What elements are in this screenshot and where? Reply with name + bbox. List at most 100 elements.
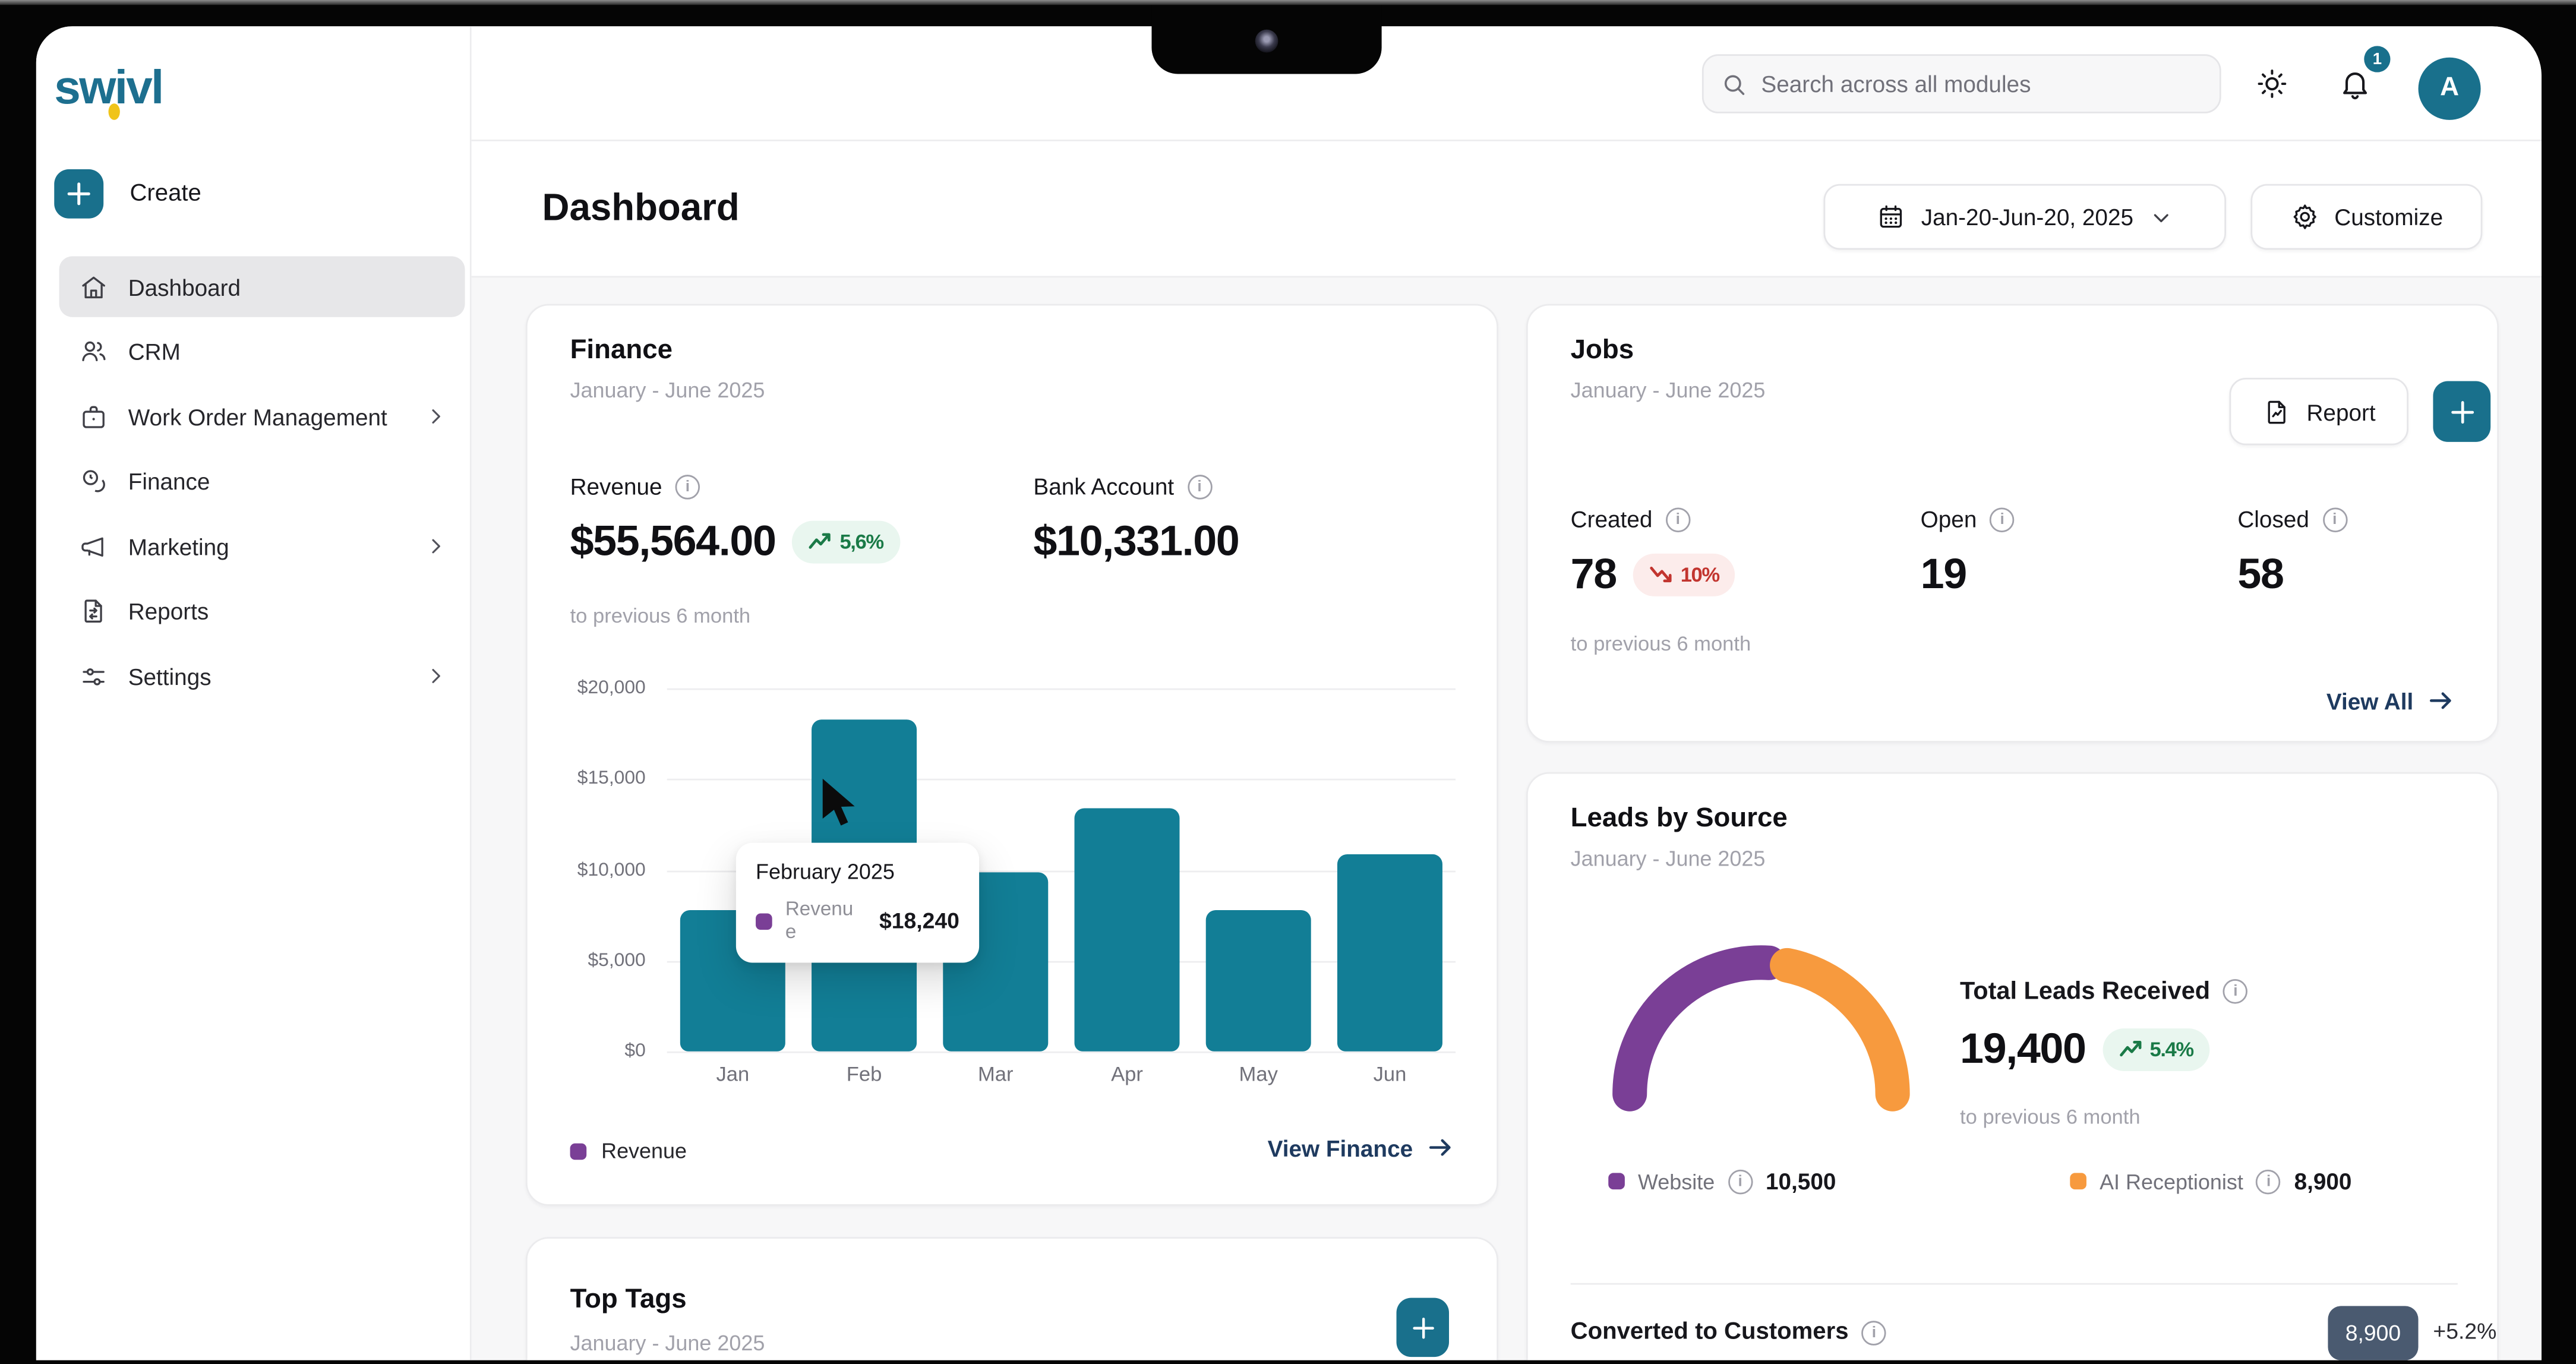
revenue-bar[interactable] — [1337, 854, 1442, 1052]
date-range-value: Jan-20-Jun-20, 2025 — [1921, 204, 2133, 230]
converted-label-row: Converted to Customers i — [1571, 1319, 1887, 1346]
total-leads-change: 5.4% — [2149, 1037, 2193, 1060]
sidebar-item-marketing[interactable]: Marketing — [59, 516, 465, 576]
tooltip-row: Revenue $18,240 — [756, 899, 959, 944]
info-icon[interactable]: i — [2223, 979, 2247, 1003]
theme-toggle-button[interactable] — [2243, 54, 2302, 113]
created-change-pill: 10% — [1633, 553, 1736, 596]
gear-icon — [2290, 202, 2320, 232]
date-range-picker[interactable]: Jan-20-Jun-20, 2025 — [1823, 184, 2226, 250]
x-axis-tick-label: Mar — [930, 1063, 1061, 1086]
sidebar-item-dashboard[interactable]: Dashboard — [59, 256, 465, 317]
finance-card: Finance January - June 2025 Revenue i $5… — [526, 304, 1498, 1206]
search-input[interactable] — [1761, 71, 2203, 97]
add-tag-button[interactable] — [1397, 1298, 1449, 1357]
trend-up-icon — [809, 532, 832, 550]
info-icon[interactable]: i — [2256, 1169, 2281, 1194]
sidebar-item-crm[interactable]: CRM — [59, 321, 465, 382]
revenue-bar[interactable] — [1075, 808, 1180, 1051]
open-label: Open — [1921, 506, 1977, 532]
calendar-icon — [1877, 202, 1906, 232]
add-job-button[interactable] — [2433, 381, 2490, 442]
sidebar-item-label: CRM — [128, 339, 449, 365]
plus-icon — [1410, 1315, 1435, 1340]
top-tags-card: Top Tags January - June 2025 — [526, 1237, 1498, 1360]
revenue-stat-value: $55,564.00 5,6% — [570, 516, 900, 567]
total-leads-value-row: 19,400 5.4% — [1960, 1024, 2209, 1075]
info-icon[interactable]: i — [1666, 507, 1690, 531]
laptop-notch — [1151, 0, 1381, 74]
coins-icon — [79, 466, 109, 496]
chevron-down-icon — [2148, 204, 2173, 229]
plus-icon — [2449, 399, 2475, 425]
sidebar-item-reports[interactable]: Reports — [59, 581, 465, 642]
y-axis-tick-label: $5,000 — [528, 951, 646, 970]
view-all-link[interactable]: View All — [2326, 687, 2454, 715]
revenue-stat-label: Revenue i — [570, 473, 700, 499]
created-change: 10% — [1681, 563, 1719, 586]
leads-card-divider — [1571, 1283, 2458, 1285]
closed-value: 58 — [2237, 549, 2283, 600]
avatar[interactable]: A — [2419, 58, 2481, 120]
trend-up-icon — [2119, 1040, 2142, 1057]
trend-down-icon — [1649, 565, 1672, 583]
sidebar-item-work-order-management[interactable]: Work Order Management — [59, 386, 465, 447]
bank-stat-value: $10,331.00 — [1033, 516, 1239, 567]
info-icon[interactable]: i — [1187, 474, 1211, 498]
gauge-arc-website[interactable] — [1630, 962, 1769, 1094]
info-icon[interactable]: i — [2322, 507, 2347, 531]
sidebar-item-label: Marketing — [128, 533, 405, 559]
report-button[interactable]: Report — [2230, 378, 2408, 445]
info-icon[interactable]: i — [1728, 1169, 1752, 1194]
website-swatch — [1608, 1173, 1625, 1189]
y-axis-tick-label: $20,000 — [528, 678, 646, 698]
total-leads-label-row: Total Leads Received i — [1960, 977, 2248, 1005]
closed-stat-value: 58 — [2237, 549, 2283, 600]
laptop-bezel-edge — [0, 0, 2576, 5]
open-stat-label: Open i — [1921, 506, 2015, 532]
y-axis-tick-label: $10,000 — [528, 860, 646, 880]
ai-receptionist-label: AI Receptionist — [2100, 1169, 2243, 1194]
arrow-right-icon — [2426, 687, 2454, 715]
app-window: swivl Create Dashboard — [36, 26, 2542, 1360]
leads-gauge-chart[interactable] — [1593, 932, 1928, 1122]
finance-card-title: Finance — [570, 335, 673, 367]
plus-icon[interactable] — [54, 169, 103, 219]
jobs-card-subtitle: January - June 2025 — [1571, 378, 1766, 402]
sidebar-item-label: Dashboard — [128, 273, 449, 299]
sidebar-item-finance[interactable]: Finance — [59, 451, 465, 512]
gauge-arc-ai-receptionist[interactable] — [1787, 965, 1893, 1094]
briefcase-icon — [79, 402, 109, 431]
create-button[interactable]: Create — [54, 169, 201, 219]
report-doc-icon — [79, 596, 109, 626]
revenue-bar[interactable] — [1206, 910, 1311, 1051]
finance-compare-note: to previous 6 month — [570, 605, 751, 628]
view-finance-link[interactable]: View Finance — [1268, 1133, 1454, 1161]
sidebar-item-settings[interactable]: Settings — [59, 646, 465, 706]
revenue-change: 5,6% — [839, 530, 883, 553]
global-search[interactable] — [1702, 54, 2221, 113]
source-legend-website: Website i 10,500 — [1608, 1168, 1836, 1194]
home-icon — [79, 272, 109, 302]
info-icon[interactable]: i — [1990, 507, 2014, 531]
info-icon[interactable]: i — [675, 474, 700, 498]
laptop-screen: swivl Create Dashboard — [0, 0, 2576, 1363]
sidebar-item-label: Work Order Management — [128, 403, 405, 430]
info-icon[interactable]: i — [1862, 1320, 1886, 1344]
customize-button[interactable]: Customize — [2250, 184, 2482, 250]
bank-stat-label: Bank Account i — [1033, 473, 1211, 499]
page-header: Dashboard Jan-20-Jun-20, 2025 Customize — [472, 141, 2542, 278]
chart-gridline — [667, 1052, 1456, 1053]
total-leads-change-pill: 5.4% — [2102, 1028, 2209, 1071]
customize-label: Customize — [2334, 204, 2443, 230]
y-axis-tick-label: $15,000 — [528, 769, 646, 789]
report-label: Report — [2306, 399, 2375, 425]
sidebar-item-label: Reports — [128, 598, 449, 624]
tooltip-title: February 2025 — [756, 859, 959, 883]
x-axis-tick-label: Jan — [667, 1063, 798, 1086]
jobs-card-title: Jobs — [1571, 335, 1634, 367]
topbar: 1 A — [472, 26, 2542, 141]
bank-label: Bank Account — [1033, 473, 1174, 499]
view-all-label: View All — [2326, 687, 2413, 713]
x-axis-tick-label: Feb — [798, 1063, 930, 1086]
